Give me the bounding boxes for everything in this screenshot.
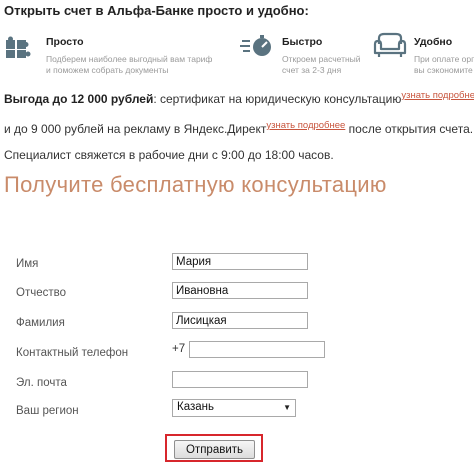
surname-label: Фамилия (16, 317, 65, 329)
phone-label: Контактный телефон (16, 347, 129, 359)
promo-line-1: Выгода до 12 000 рублей: сертификат на ю… (4, 90, 474, 106)
consultation-title: Получите бесплатную консультацию (4, 172, 387, 197)
learn-more-link-2[interactable]: узнать подробнее (266, 120, 345, 131)
email-label: Эл. почта (16, 377, 67, 389)
feature-fast-title: Быстро (282, 36, 323, 48)
feature-convenient: Удобно При оплате орга вы сэкономите (372, 30, 474, 80)
promo-benefit-text: : сертификат на юридическую консультацию (153, 92, 402, 106)
email-field[interactable] (172, 371, 308, 388)
region-label: Ваш регион (16, 405, 79, 417)
region-selected-value: Казань (177, 401, 214, 413)
promo-line-2: и до 9 000 рублей на рекламу в Яндекс.Ди… (4, 120, 474, 136)
feature-simple-desc-line1: Подберем наиболее выгодный вам тариф (46, 54, 213, 64)
name-field[interactable] (172, 253, 308, 270)
feature-convenient-desc-line1: При оплате орга (414, 54, 474, 64)
surname-field[interactable] (172, 312, 308, 329)
promo-ads-text-end: после открытия счета. (345, 122, 474, 136)
feature-fast: Быстро Откроем расчетный счет за 2-3 дня (240, 30, 370, 80)
promo-ads-text: и до 9 000 рублей на рекламу в Яндекс.Ди… (4, 122, 267, 136)
promo-benefit-bold: Выгода до 12 000 рублей (4, 92, 154, 106)
feature-simple-desc-line2: и поможем собрать документы (46, 65, 169, 75)
phone-field[interactable] (189, 341, 325, 358)
learn-more-link-1[interactable]: узнать подробнее (401, 90, 474, 101)
armchair-icon (372, 32, 408, 65)
dropdown-arrow-icon: ▼ (283, 403, 291, 412)
feature-convenient-desc-line2: вы сэкономите (414, 65, 473, 75)
puzzle-icon (4, 34, 38, 65)
name-label: Имя (16, 258, 39, 270)
stopwatch-icon (240, 32, 276, 63)
feature-simple-title: Просто (46, 36, 84, 48)
region-select[interactable]: Казань ▼ (172, 399, 296, 417)
contact-hours-text: Специалист свяжется в рабочие дни с 9:00… (4, 148, 334, 162)
feature-simple: Просто Подберем наиболее выгодный вам та… (4, 30, 234, 80)
feature-fast-desc-line1: Откроем расчетный (282, 54, 361, 64)
patronymic-field[interactable] (172, 282, 308, 299)
phone-prefix: +7 (172, 343, 186, 355)
patronymic-label: Отчество (16, 287, 66, 299)
feature-fast-desc-line2: счет за 2-3 дня (282, 65, 342, 75)
feature-convenient-title: Удобно (414, 36, 453, 48)
page-title: Открыть счет в Альфа-Банке просто и удоб… (4, 3, 309, 18)
submit-button[interactable]: Отправить (174, 440, 255, 459)
